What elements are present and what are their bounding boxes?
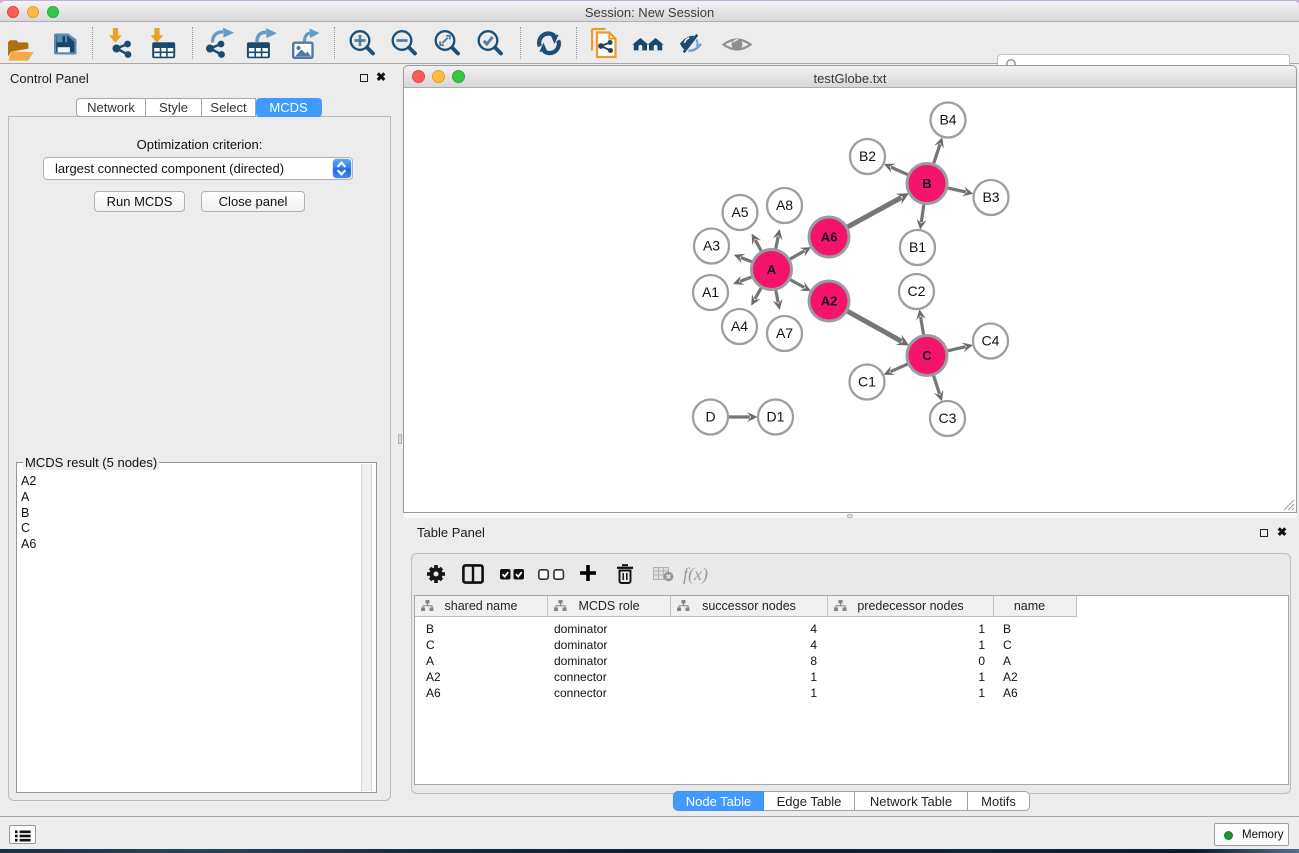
- svg-text:A4: A4: [731, 318, 748, 334]
- svg-text:D1: D1: [767, 409, 785, 425]
- svg-text:D: D: [705, 409, 715, 425]
- svg-text:A2: A2: [821, 294, 838, 309]
- svg-text:C2: C2: [908, 283, 926, 299]
- svg-text:C: C: [922, 348, 932, 363]
- svg-text:B4: B4: [939, 112, 956, 128]
- svg-text:A8: A8: [776, 197, 793, 213]
- svg-text:A7: A7: [776, 325, 793, 341]
- svg-text:C4: C4: [982, 333, 1000, 349]
- svg-text:A5: A5: [731, 204, 748, 220]
- svg-text:B3: B3: [982, 189, 999, 205]
- svg-text:B2: B2: [859, 148, 876, 164]
- svg-text:A6: A6: [821, 230, 838, 245]
- svg-text:A: A: [767, 262, 777, 277]
- svg-text:A1: A1: [702, 284, 719, 300]
- svg-text:B: B: [922, 176, 931, 191]
- svg-text:A3: A3: [703, 238, 720, 254]
- svg-text:C3: C3: [939, 410, 957, 426]
- svg-text:C1: C1: [858, 374, 876, 390]
- svg-text:B1: B1: [909, 239, 926, 255]
